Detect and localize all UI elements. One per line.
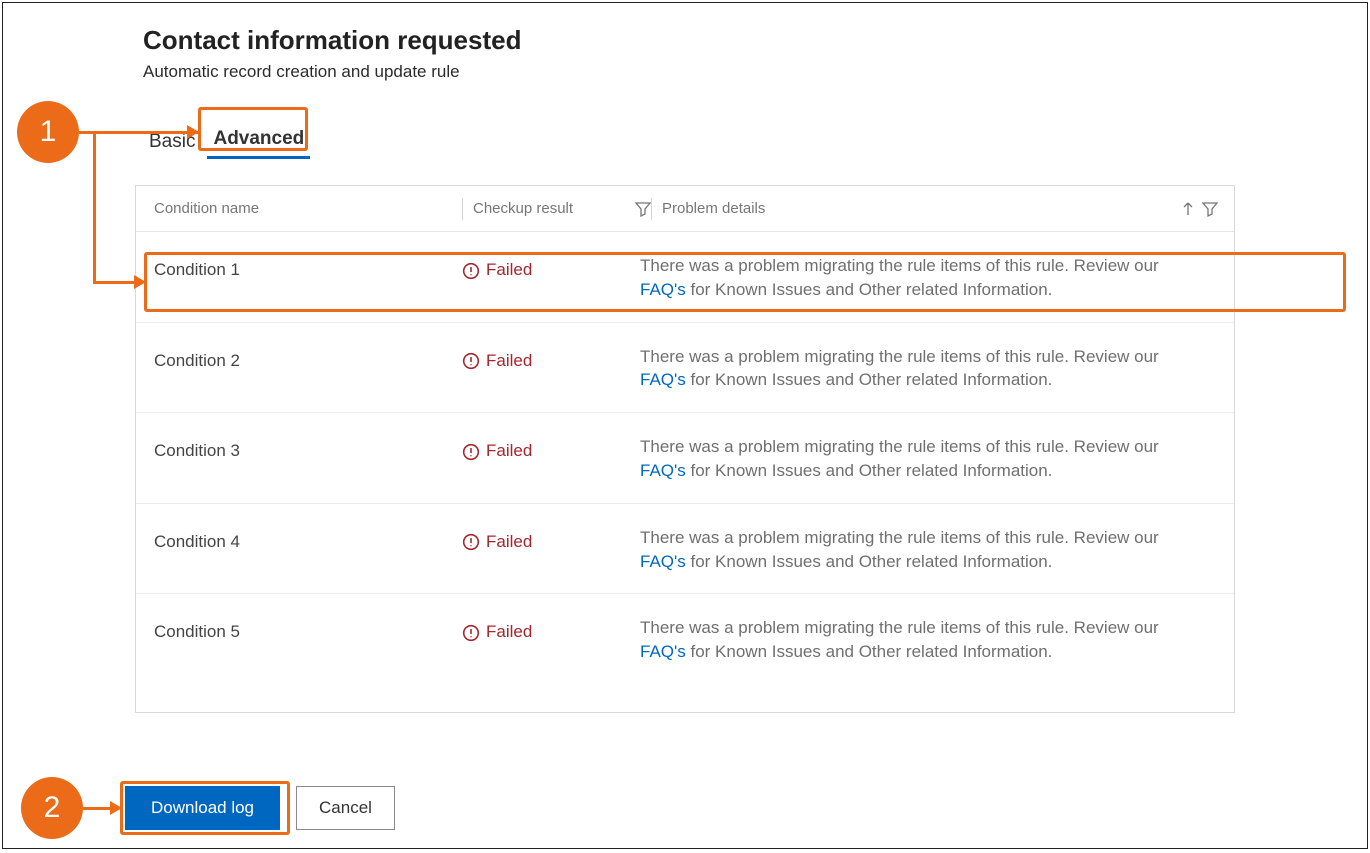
download-log-button[interactable]: Download log <box>125 786 280 830</box>
problem-details-cell: There was a problem migrating the rule i… <box>640 435 1234 483</box>
col-header-condition-name[interactable]: Condition name <box>154 200 462 217</box>
sort-asc-icon[interactable] <box>1180 201 1196 217</box>
page-subtitle: Automatic record creation and update rul… <box>143 62 1367 82</box>
condition-name-cell: Condition 3 <box>136 435 462 461</box>
error-icon <box>462 351 480 371</box>
condition-name-cell: Condition 5 <box>136 616 462 642</box>
error-icon <box>462 532 480 552</box>
filter-icon[interactable] <box>1202 201 1218 217</box>
faq-link[interactable]: FAQ's <box>640 642 686 661</box>
checkup-result-cell: Failed <box>462 616 640 642</box>
page-title: Contact information requested <box>143 25 1367 56</box>
problem-details-cell: There was a problem migrating the rule i… <box>640 526 1234 574</box>
faq-link[interactable]: FAQ's <box>640 280 686 299</box>
conditions-grid: Condition name Checkup result Problem de… <box>135 185 1235 713</box>
result-text: Failed <box>486 441 532 461</box>
condition-name-cell: Condition 1 <box>136 254 462 280</box>
problem-details-cell: There was a problem migrating the rule i… <box>640 616 1234 664</box>
table-row[interactable]: Condition 1 Failed There was a problem mig… <box>136 232 1234 323</box>
col-header-checkup-result[interactable]: Checkup result <box>473 200 629 217</box>
grid-header: Condition name Checkup result Problem de… <box>136 186 1234 232</box>
result-text: Failed <box>486 622 532 642</box>
faq-link[interactable]: FAQ's <box>640 370 686 389</box>
faq-link[interactable]: FAQ's <box>640 461 686 480</box>
error-icon <box>462 622 480 642</box>
result-text: Failed <box>486 532 532 552</box>
checkup-result-cell: Failed <box>462 254 640 280</box>
annotation-callout-2: 2 <box>21 777 83 839</box>
checkup-result-cell: Failed <box>462 345 640 371</box>
tabs: Basic Advanced <box>143 124 1367 159</box>
table-row[interactable]: Condition 4 Failed There was a problem mig… <box>136 504 1234 595</box>
checkup-result-cell: Failed <box>462 526 640 552</box>
annotation-callout-1: 1 <box>17 101 79 163</box>
result-text: Failed <box>486 260 532 280</box>
table-row[interactable]: Condition 2 Failed There was a problem mig… <box>136 323 1234 414</box>
annotation-arrow-segment <box>79 131 198 134</box>
problem-details-cell: There was a problem migrating the rule i… <box>640 345 1234 393</box>
condition-name-cell: Condition 4 <box>136 526 462 552</box>
error-icon <box>462 260 480 280</box>
col-header-problem-details[interactable]: Problem details <box>662 200 1174 217</box>
faq-link[interactable]: FAQ's <box>640 552 686 571</box>
checkup-result-cell: Failed <box>462 435 640 461</box>
filter-icon[interactable] <box>635 201 651 217</box>
condition-name-cell: Condition 2 <box>136 345 462 371</box>
annotation-arrow-head <box>187 125 199 139</box>
table-row[interactable]: Condition 3 Failed There was a problem mig… <box>136 413 1234 504</box>
result-text: Failed <box>486 351 532 371</box>
annotation-arrow-head <box>134 275 146 289</box>
tab-advanced[interactable]: Advanced <box>207 124 310 159</box>
table-row[interactable]: Condition 5 Failed There was a problem mig… <box>136 594 1234 684</box>
cancel-button[interactable]: Cancel <box>296 786 395 830</box>
annotation-arrow-head <box>110 801 122 815</box>
annotation-arrow-segment <box>93 133 96 281</box>
problem-details-cell: There was a problem migrating the rule i… <box>640 254 1234 302</box>
error-icon <box>462 441 480 461</box>
